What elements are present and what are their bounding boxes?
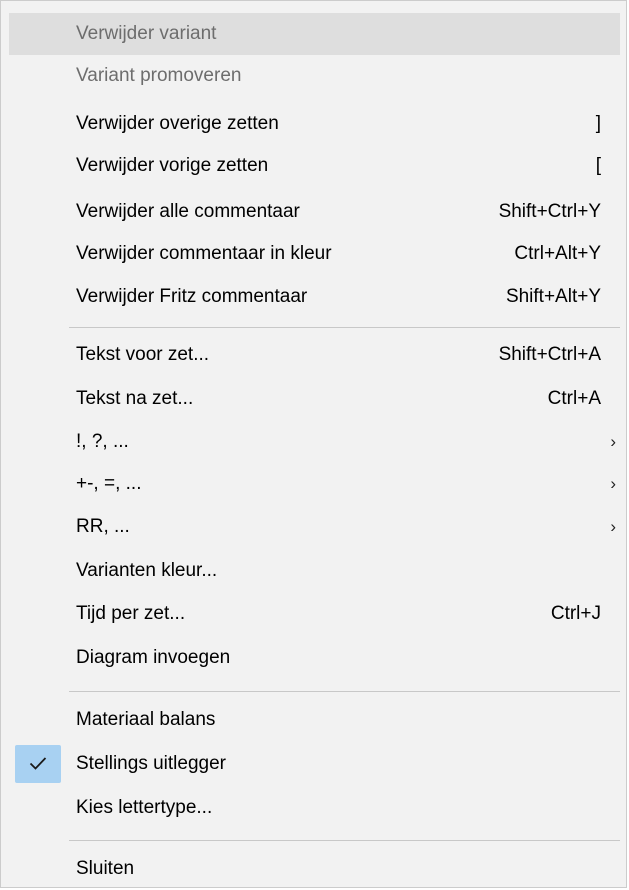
menu-item-label: Verwijder alle commentaar (76, 201, 300, 222)
menu-item-shortcut: Shift+Ctrl+Y (498, 201, 601, 222)
menu-item-evaluation-symbols[interactable]: +-, =, ... › (9, 463, 620, 505)
menu-item-variant-promoveren[interactable]: Variant promoveren (9, 55, 620, 97)
menu-item-rr[interactable]: RR, ... › (9, 506, 620, 548)
menu-item-label: +-, =, ... (76, 473, 142, 494)
menu-item-label: Verwijder commentaar in kleur (76, 243, 332, 264)
menu-item-shortcut: ] (595, 113, 601, 134)
menu-item-label: Tekst voor zet... (76, 344, 210, 365)
menu-item-label: Materiaal balans (76, 709, 216, 730)
menu-item-label: Varianten kleur... (76, 560, 218, 581)
menu-item-verwijder-overige-zetten[interactable]: Verwijder overige zetten ] (9, 103, 620, 145)
menu-item-label: !, ?, ... (76, 431, 129, 452)
menu-item-verwijder-fritz-commentaar[interactable]: Verwijder Fritz commentaar Shift+Alt+Y (9, 276, 620, 318)
menu-item-label: Diagram invoegen (76, 647, 231, 668)
menu-item-label: Verwijder vorige zetten (76, 155, 269, 176)
menu-item-tekst-na-zet[interactable]: Tekst na zet... Ctrl+A (9, 378, 620, 420)
menu-item-materiaal-balans[interactable]: Materiaal balans (9, 699, 620, 741)
menu-separator (69, 840, 620, 841)
menu-item-shortcut: Shift+Ctrl+A (498, 344, 601, 365)
menu-item-label: RR, ... (76, 516, 130, 537)
menu-item-diagram-invoegen[interactable]: Diagram invoegen (9, 637, 620, 679)
menu-item-label: Tekst na zet... (76, 388, 194, 409)
submenu-arrow-icon: › (610, 474, 616, 493)
menu-item-shortcut: [ (595, 155, 601, 176)
menu-item-shortcut: Ctrl+A (547, 388, 601, 409)
menu-item-verwijder-commentaar-in-kleur[interactable]: Verwijder commentaar in kleur Ctrl+Alt+Y (9, 233, 620, 275)
menu-item-label: Variant promoveren (76, 65, 242, 86)
submenu-arrow-icon: › (610, 517, 616, 536)
menu-item-verwijder-alle-commentaar[interactable]: Verwijder alle commentaar Shift+Ctrl+Y (9, 191, 620, 233)
menu-item-shortcut: Ctrl+J (550, 603, 601, 624)
menu-item-label: Stellings uitlegger (76, 753, 226, 774)
submenu-arrow-icon: › (610, 432, 616, 451)
menu-separator (69, 691, 620, 692)
menu-item-shortcut: Ctrl+Alt+Y (514, 243, 601, 264)
menu-item-tijd-per-zet[interactable]: Tijd per zet... Ctrl+J (9, 593, 620, 635)
menu-item-tekst-voor-zet[interactable]: Tekst voor zet... Shift+Ctrl+A (9, 334, 620, 376)
checkmark-icon (29, 757, 47, 770)
menu-item-annotation-symbols[interactable]: !, ?, ... › (9, 421, 620, 463)
menu-separator (69, 327, 620, 328)
menu-item-label: Tijd per zet... (76, 603, 186, 624)
menu-item-shortcut: Shift+Alt+Y (505, 286, 601, 307)
menu-item-verwijder-variant[interactable]: Verwijder variant (9, 13, 620, 55)
menu-item-label: Kies lettertype... (76, 797, 213, 818)
menu-item-stellings-uitlegger[interactable]: Stellings uitlegger (9, 743, 620, 785)
menu-item-verwijder-vorige-zetten[interactable]: Verwijder vorige zetten [ (9, 145, 620, 187)
menu-item-label: Verwijder overige zetten (76, 113, 279, 134)
menu-item-kies-lettertype[interactable]: Kies lettertype... (9, 787, 620, 829)
menu-item-label: Sluiten (76, 858, 135, 879)
menu-item-sluiten[interactable]: Sluiten (9, 848, 620, 890)
menu-item-label: Verwijder Fritz commentaar (76, 286, 308, 307)
menu-item-label: Verwijder variant (76, 23, 217, 44)
checked-indicator (15, 745, 61, 783)
menu-item-varianten-kleur[interactable]: Varianten kleur... (9, 550, 620, 592)
context-menu: Verwijder variant Variant promoveren Ver… (0, 0, 627, 888)
